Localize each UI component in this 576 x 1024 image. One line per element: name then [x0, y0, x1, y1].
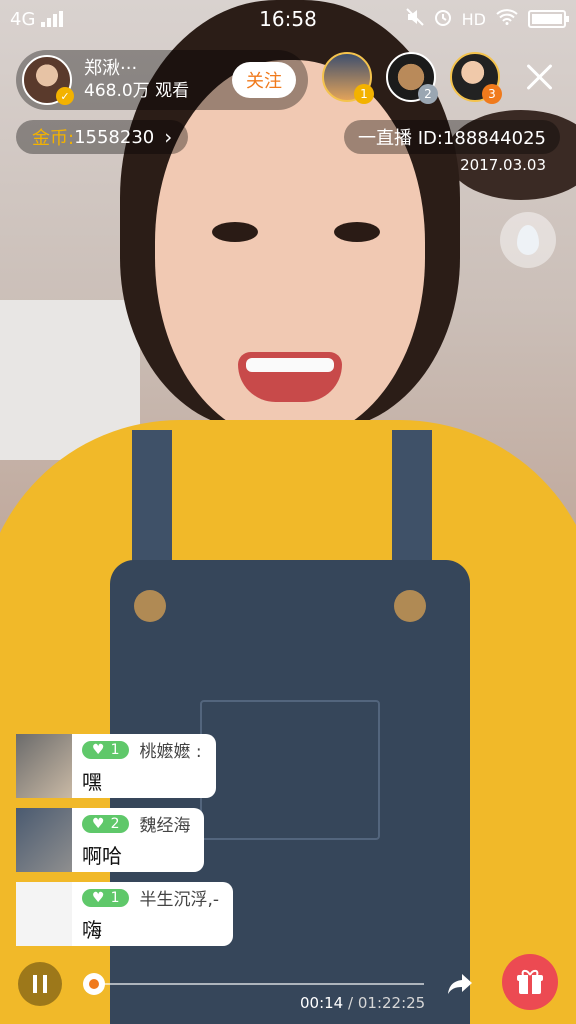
top-viewer-avatar[interactable]: 2 [386, 52, 438, 104]
seek-bar[interactable] [84, 983, 424, 985]
host-name: 郑湫··· [84, 58, 138, 80]
chat-message[interactable]: ♥ 2 魏经海 啊哈 [16, 808, 233, 872]
host-avatar[interactable]: ✓ [22, 55, 74, 105]
rank-badge: 3 [482, 84, 502, 104]
streamer-eye-left [212, 222, 258, 242]
streamer-eye-right [334, 222, 380, 242]
chat-username: 桃嬷嬷 : [139, 742, 202, 762]
coins-value: 1558230 [74, 126, 155, 148]
playback-time: 00:14 / 01:22:25 [300, 994, 426, 1012]
room-id: 一直播 ID:188844025 [343, 120, 560, 154]
verified-icon: ✓ [56, 87, 74, 105]
status-bar: 4G 16:58 HD [0, 0, 576, 38]
battery-icon [528, 10, 569, 28]
gift-button[interactable] [502, 954, 558, 1010]
heart-icon: ♥ [92, 741, 105, 758]
chat-message[interactable]: ♥ 1 桃嬷嬷 : 嘿 [16, 734, 233, 798]
flame-icon [517, 225, 539, 255]
rank-badge: 2 [418, 84, 438, 104]
avatar[interactable] [16, 882, 72, 946]
overall-button-left [134, 590, 166, 622]
gift-icon [517, 969, 543, 994]
level-badge: ♥ 2 [82, 814, 130, 833]
level-badge: ♥ 1 [82, 888, 130, 907]
chat-text: 啊哈 [82, 844, 122, 868]
close-icon[interactable] [524, 62, 554, 92]
top-viewer-avatar[interactable]: 3 [450, 52, 502, 104]
flame-button[interactable] [500, 212, 556, 268]
chat-username: 魏经海 [139, 816, 191, 836]
viewer-count: 468.0万 观看 [84, 80, 190, 101]
overall-button-right [394, 590, 426, 622]
level-badge: ♥ 1 [82, 740, 130, 759]
chevron-right-icon: › [164, 125, 173, 149]
pause-icon [33, 975, 37, 993]
chat-text: 嗨 [82, 918, 102, 942]
pause-button[interactable] [18, 962, 62, 1006]
coins-badge[interactable]: 金币: 1558230 › [16, 120, 189, 154]
avatar[interactable] [16, 734, 72, 798]
top-viewer-avatar[interactable]: 1 [322, 52, 374, 104]
clock: 16:58 [259, 7, 317, 31]
chat-text: 嘿 [82, 770, 102, 794]
follow-button[interactable]: 关注 [232, 62, 296, 98]
heart-icon: ♥ [92, 815, 105, 832]
streamer-mouth [238, 352, 342, 402]
coins-label: 金币: [32, 128, 75, 149]
chat-message[interactable]: ♥ 1 半生沉浮,- 嗨 [16, 882, 234, 946]
chat-username: 半生沉浮,- [139, 890, 220, 910]
broadcast-date: 2017.03.03 [460, 156, 546, 174]
seek-thumb[interactable] [83, 973, 106, 995]
top-viewers: 1 2 3 [322, 52, 502, 104]
chat-list: ♥ 1 桃嬷嬷 : 嘿 ♥ 2 魏经海 啊哈 ♥ 1 半生沉浮,- 嗨 [16, 734, 234, 956]
avatar[interactable] [16, 808, 72, 872]
share-icon[interactable] [444, 968, 476, 1000]
host-info[interactable]: ✓ 郑湫··· 468.0万 观看 关注 [16, 50, 308, 110]
heart-icon: ♥ [92, 889, 105, 906]
rank-badge: 1 [354, 84, 374, 104]
